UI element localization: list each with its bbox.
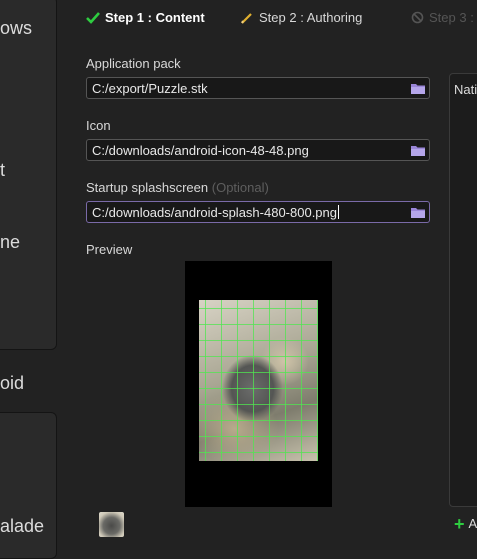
add-button-label: A [468, 516, 477, 531]
splash-preview-image [199, 300, 318, 461]
icon-value: C:/downloads/android-icon-48-48.png [92, 143, 309, 158]
native-panel-title: Nati [454, 82, 477, 97]
sidebar-panel-top [0, 0, 57, 350]
sidebar-item-2[interactable]: t [0, 160, 5, 181]
icon-field[interactable]: C:/downloads/android-icon-48-48.png [86, 139, 430, 161]
step-3-label: Step 3 : [429, 10, 474, 25]
folder-icon[interactable] [410, 205, 426, 219]
platform-sidebar: ows t ne oid alade [0, 0, 58, 559]
pencil-icon [241, 12, 252, 24]
step-authoring[interactable]: Step 2 : Authoring [240, 10, 362, 25]
folder-icon[interactable] [410, 143, 426, 157]
preview-label: Preview [86, 242, 133, 257]
splash-field[interactable]: C:/downloads/android-splash-480-800.png [86, 201, 430, 223]
icon-label: Icon [86, 118, 111, 133]
app-pack-label: Application pack [86, 56, 181, 71]
splash-preview [185, 261, 332, 507]
native-panel [449, 73, 477, 507]
sidebar-item-3[interactable]: ne [0, 232, 20, 253]
step-3: Step 3 : [411, 10, 474, 25]
icon-preview-thumbnail [99, 512, 124, 537]
text-caret [338, 205, 339, 219]
splash-label-text: Startup splashscreen [86, 180, 209, 195]
sidebar-item-windows[interactable]: ows [0, 18, 32, 39]
folder-icon[interactable] [410, 81, 426, 95]
step-content-label: Step 1 : Content [105, 10, 205, 25]
sidebar-item-5[interactable]: alade [0, 516, 44, 537]
app-pack-value: C:/export/Puzzle.stk [92, 81, 208, 96]
splash-label: Startup splashscreen (Optional) [86, 180, 269, 195]
app-pack-field[interactable]: C:/export/Puzzle.stk [86, 77, 430, 99]
disabled-icon [411, 11, 424, 24]
check-icon [86, 11, 100, 24]
optional-hint: (Optional) [211, 180, 269, 195]
splash-value: C:/downloads/android-splash-480-800.png [92, 205, 337, 220]
preview-grid-overlay [199, 300, 318, 461]
sidebar-item-android[interactable]: oid [0, 373, 24, 394]
add-button[interactable]: + A [454, 513, 477, 534]
step-content[interactable]: Step 1 : Content [86, 10, 205, 25]
plus-icon: + [454, 513, 465, 534]
step-authoring-label: Step 2 : Authoring [259, 10, 363, 25]
